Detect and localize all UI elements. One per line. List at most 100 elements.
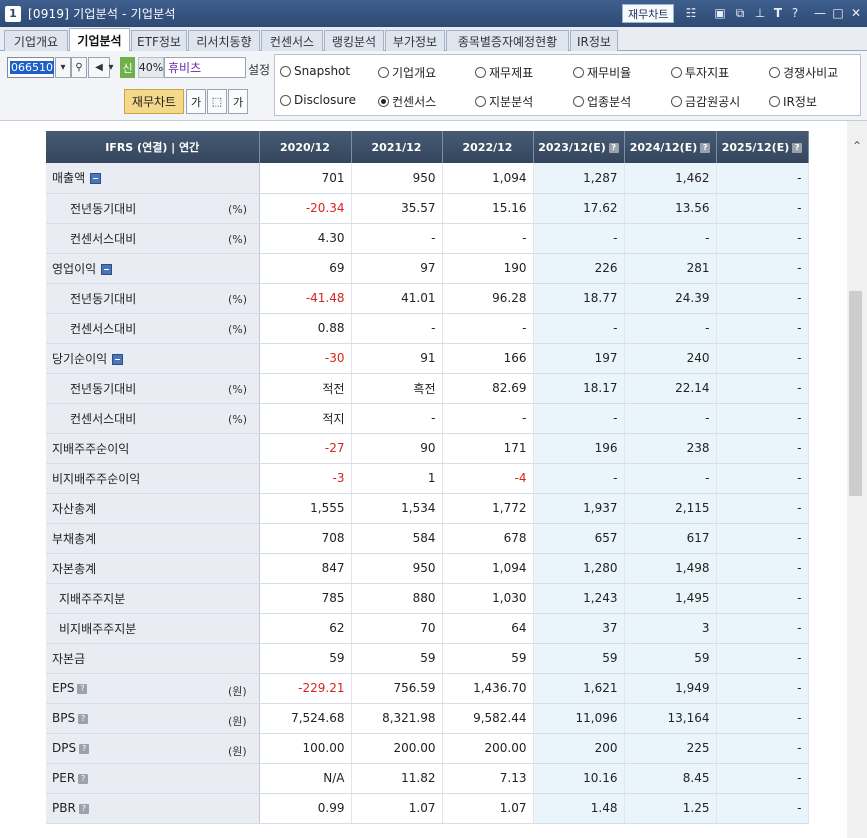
- chevron-up-icon[interactable]: ⌃: [852, 139, 862, 153]
- table-row: 지배주주지분 785 880 1,030 1,243 1,495-: [46, 583, 809, 614]
- expand-icon[interactable]: ⬚: [207, 89, 227, 114]
- tab-research[interactable]: 리서치동향: [188, 30, 260, 51]
- table-cell: -: [716, 613, 809, 644]
- table-cell: 3: [624, 613, 717, 644]
- table-cell: 13.56: [624, 193, 717, 224]
- table-cell: 17.62: [533, 193, 625, 224]
- table-cell: -: [716, 523, 809, 554]
- radio-company-overview[interactable]: 기업개요: [378, 64, 436, 81]
- help-icon[interactable]: ?: [78, 773, 89, 784]
- fin-chart-button[interactable]: 재무차트: [124, 89, 184, 114]
- tab-etf-info[interactable]: ETF정보: [131, 30, 187, 51]
- table-cell: -: [716, 283, 809, 314]
- chart-icon[interactable]: ☷: [683, 5, 699, 21]
- radio-industry[interactable]: 업종분석: [573, 93, 631, 110]
- radio-ownership[interactable]: 지분분석: [475, 93, 533, 110]
- dropdown-icon[interactable]: ▾: [105, 57, 117, 78]
- table-cell: 24.39: [624, 283, 717, 314]
- table-cell: -4: [442, 463, 534, 494]
- column-header: 2022/12: [442, 131, 534, 163]
- help-icon[interactable]: ?: [700, 142, 711, 153]
- table-cell: N/A: [259, 763, 352, 794]
- maximize-icon[interactable]: □: [830, 5, 846, 21]
- row-label-cell: 컨센서스대비 (%): [46, 313, 260, 344]
- column-header: 2024/12(E)?: [624, 131, 717, 163]
- minimize-icon[interactable]: —: [812, 5, 828, 21]
- table-cell: 1,436.70: [442, 673, 534, 704]
- table-cell: -: [716, 673, 809, 704]
- radio-snapshot[interactable]: Snapshot: [280, 64, 350, 78]
- chevron-down-icon[interactable]: ▾: [55, 57, 71, 78]
- radio-fss-disclosure[interactable]: 금감원공시: [671, 93, 740, 110]
- table-cell: -: [624, 403, 717, 434]
- help-icon[interactable]: ?: [78, 803, 89, 814]
- radio-investment-indicators[interactable]: 투자지표: [671, 64, 729, 81]
- collapse-icon[interactable]: [101, 263, 113, 275]
- table-cell: -3: [259, 463, 352, 494]
- tab-consensus[interactable]: 컨센서스: [261, 30, 323, 51]
- row-label-cell: PBR?: [46, 793, 260, 824]
- row-label-cell: 자산총계: [46, 493, 260, 524]
- stock-code-input[interactable]: 066510: [7, 57, 54, 78]
- help-icon[interactable]: ?: [787, 5, 803, 21]
- radio-dot: [475, 96, 486, 107]
- table-cell: 226: [533, 253, 625, 284]
- table-cell: 785: [259, 583, 352, 614]
- help-icon[interactable]: ?: [77, 683, 88, 694]
- column-header: 2023/12(E)?: [533, 131, 625, 163]
- row-label-cell: BPS? (원): [46, 703, 260, 734]
- radio-competitor-comparison[interactable]: 경쟁사비교: [769, 64, 838, 81]
- window-icon[interactable]: ▣: [712, 5, 728, 21]
- table-cell: 59: [351, 643, 443, 674]
- table-cell: -: [716, 223, 809, 254]
- stock-name-field[interactable]: 휴비츠: [164, 57, 246, 78]
- font-size-icon[interactable]: 가: [186, 89, 206, 114]
- tab-ranking[interactable]: 랭킹분석: [324, 30, 384, 51]
- tab-capital-increase[interactable]: 종목별증자예정현황: [446, 30, 569, 51]
- radio-financial-ratios[interactable]: 재무비율: [573, 64, 631, 81]
- close-icon[interactable]: ✕: [848, 5, 864, 21]
- setting-label[interactable]: 설정: [248, 61, 270, 78]
- help-icon[interactable]: ?: [79, 743, 90, 754]
- tab-company-overview[interactable]: 기업개요: [4, 30, 68, 51]
- column-header-label: 2021/12: [371, 140, 422, 154]
- collapse-icon[interactable]: [90, 173, 102, 185]
- font-icon[interactable]: T: [770, 5, 786, 21]
- tab-company-analysis[interactable]: 기업분석: [69, 28, 130, 52]
- help-icon[interactable]: ?: [792, 142, 803, 153]
- collapse-icon[interactable]: [112, 353, 124, 365]
- search-icon[interactable]: ⚲: [71, 57, 87, 78]
- table-cell: 10.16: [533, 763, 625, 794]
- table-cell: 1,462: [624, 163, 717, 194]
- fin-chart-title-button[interactable]: 재무차트: [622, 4, 675, 23]
- pin-icon[interactable]: ⊥: [752, 5, 768, 21]
- table-cell: -41.48: [259, 283, 352, 314]
- table-cell: 171: [442, 433, 534, 464]
- column-header-label: 2025/12(E): [721, 140, 790, 154]
- cascade-icon[interactable]: ⧉: [732, 5, 748, 21]
- row-label: 자본총계: [52, 561, 97, 576]
- help-icon[interactable]: ?: [608, 142, 619, 153]
- table-cell: 8.45: [624, 763, 717, 794]
- table-cell: -: [442, 223, 534, 254]
- scroll-thumb[interactable]: [849, 291, 862, 496]
- radio-disclosure[interactable]: Disclosure: [280, 93, 356, 107]
- vertical-scrollbar[interactable]: ⌃: [847, 121, 867, 838]
- table-cell: 240: [624, 343, 717, 374]
- font-larger-icon[interactable]: 가: [228, 89, 248, 114]
- unit-label: (%): [228, 322, 248, 336]
- help-icon[interactable]: ?: [78, 713, 89, 724]
- table-cell: 1,534: [351, 493, 443, 524]
- unit-label: (%): [228, 202, 248, 216]
- row-label-cell: DPS? (원): [46, 733, 260, 764]
- table-row: 컨센서스대비 (%) 적지 - - - - -: [46, 403, 809, 434]
- radio-consensus[interactable]: 컨센서스: [378, 93, 436, 110]
- table-row: 영업이익 69 97 190 226 281-: [46, 253, 809, 284]
- tab-extra-info[interactable]: 부가정보: [385, 30, 445, 51]
- radio-financial-statements[interactable]: 재무제표: [475, 64, 533, 81]
- row-label: 부채총계: [52, 531, 97, 546]
- tab-ir-info[interactable]: IR정보: [570, 30, 618, 51]
- radio-ir-info[interactable]: IR정보: [769, 93, 817, 110]
- row-label: BPS: [52, 711, 76, 725]
- unit-label: (%): [228, 382, 248, 396]
